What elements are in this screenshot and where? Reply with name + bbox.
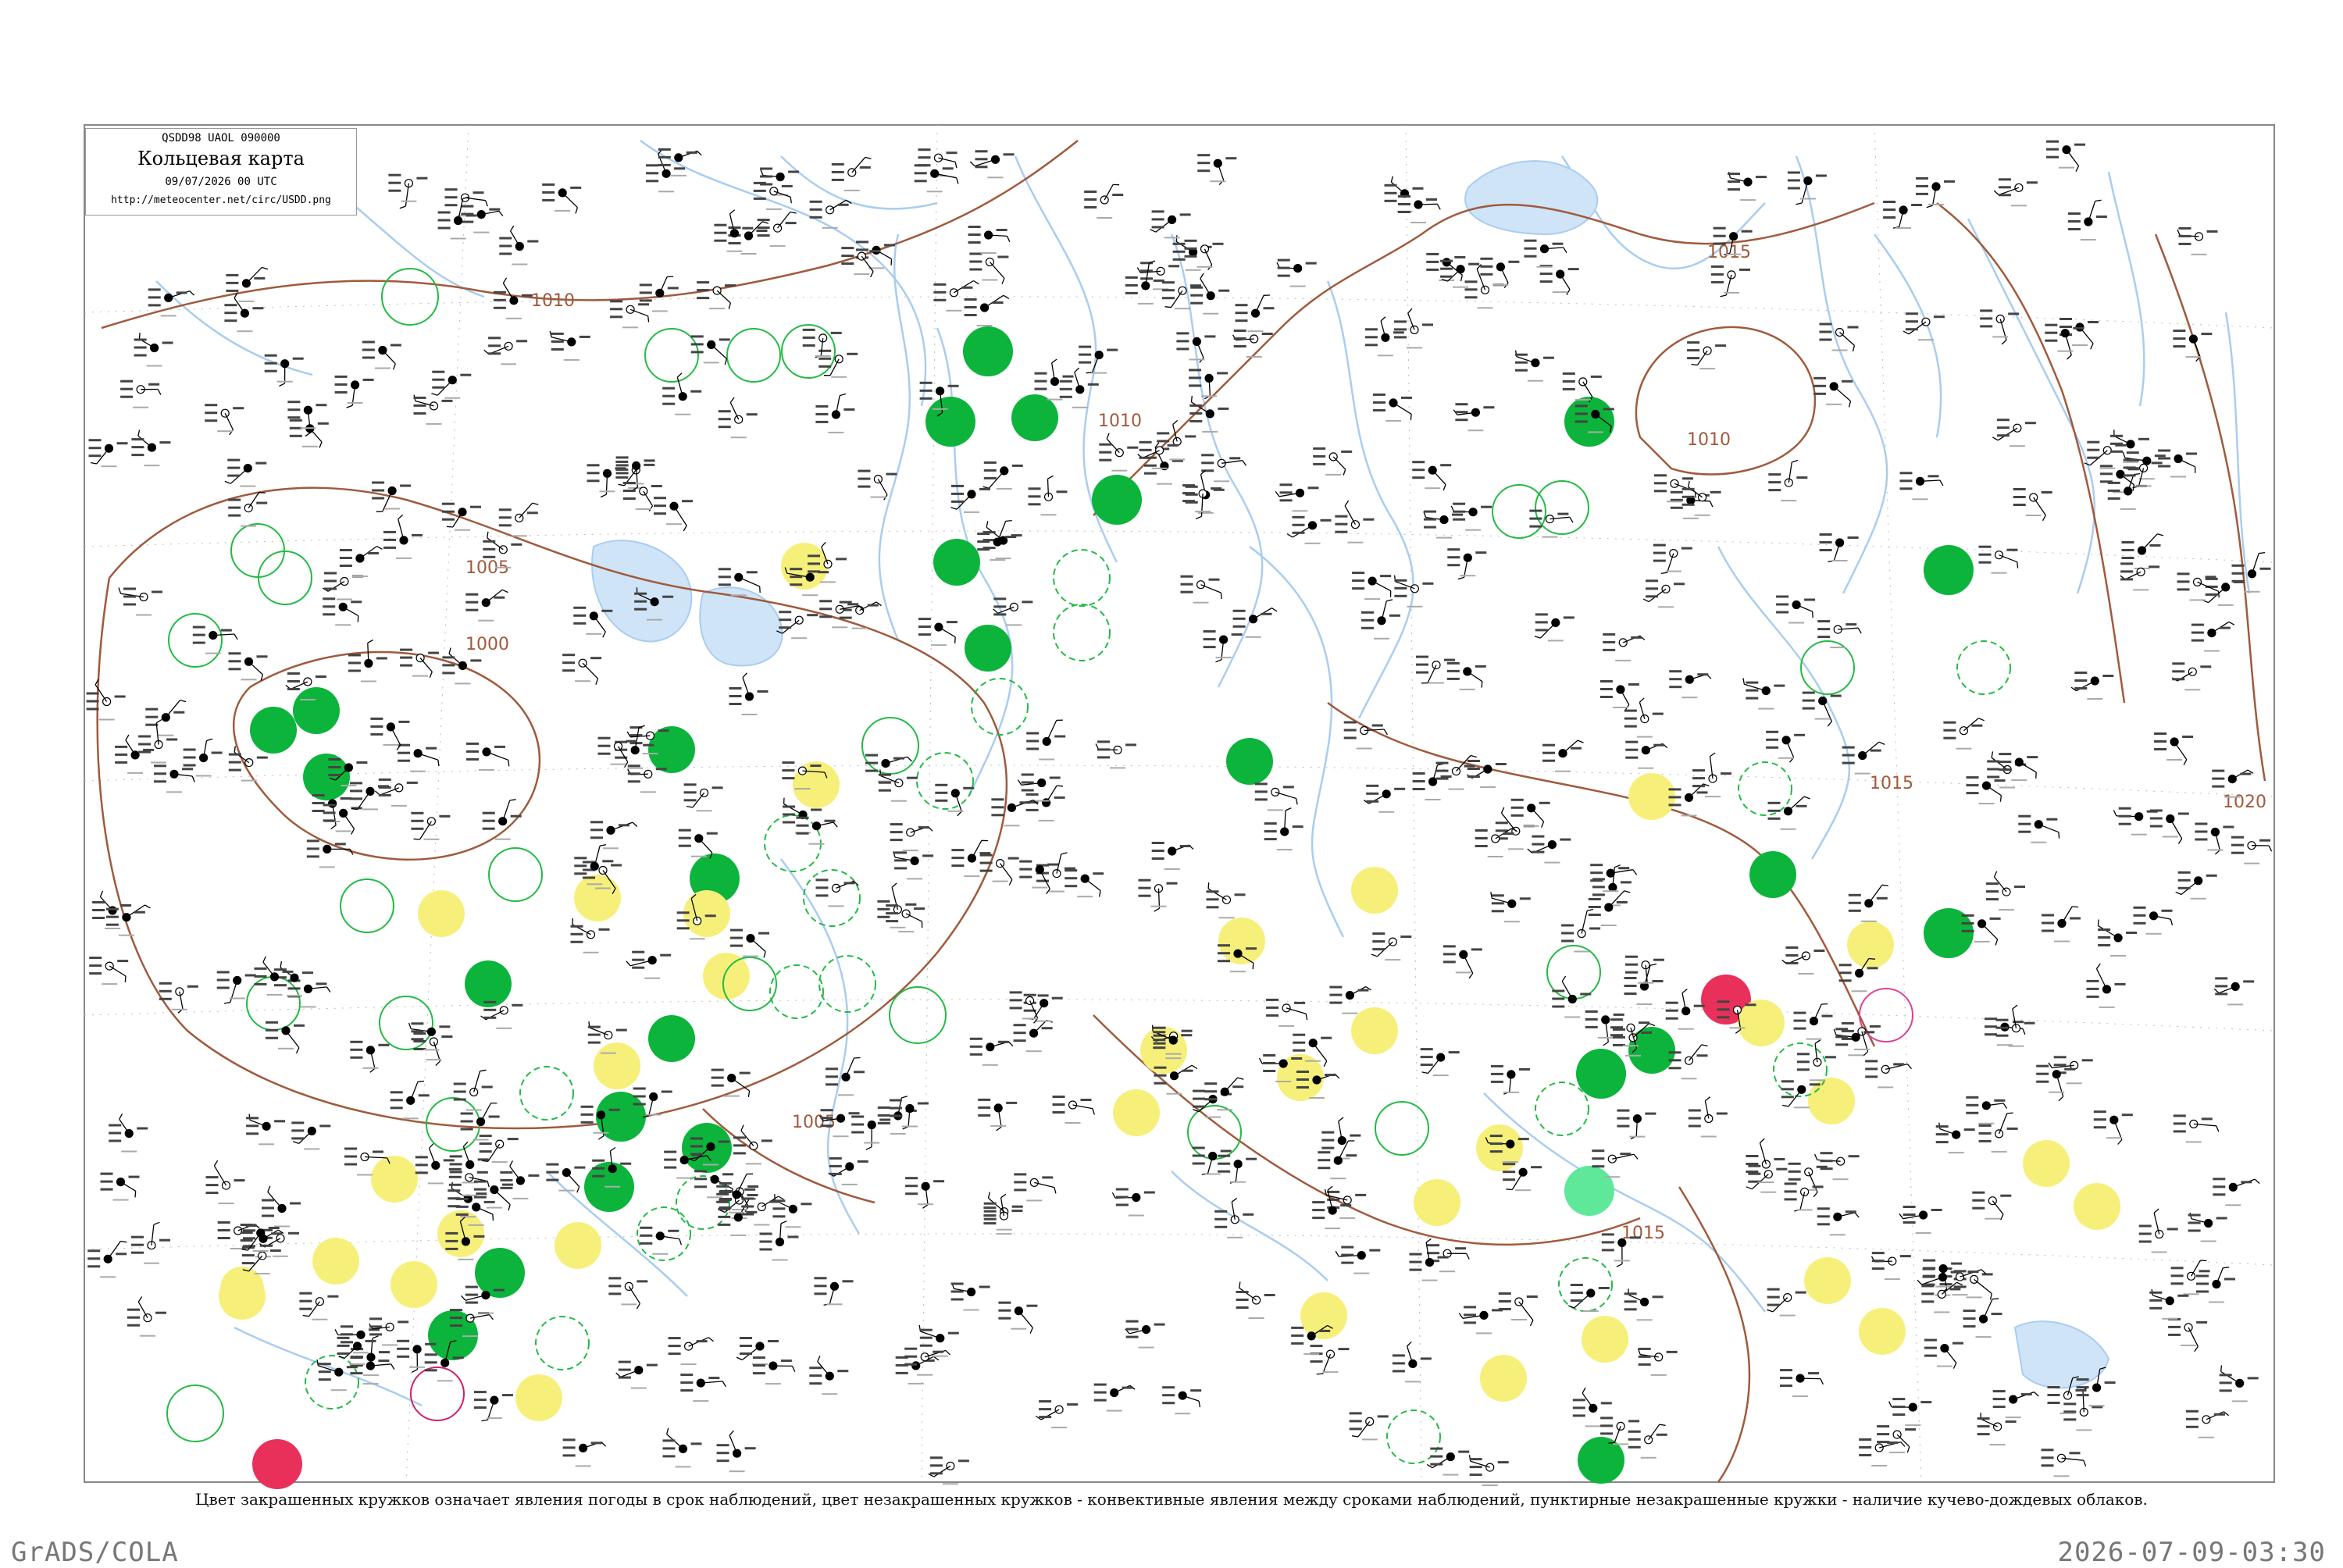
weather-circle-green [648,1015,695,1062]
weather-circle-yellow [1582,1316,1628,1363]
weather-circle-yellow [1414,1179,1460,1226]
weather-circle-green [965,625,1011,672]
weather-circle-yellow [2074,1183,2120,1230]
synoptic-map: 1010 1005 1000 1005 1010 1015 1010 1015 … [0,0,2343,1562]
weather-circle-light-green [1564,1166,1614,1216]
weather-circle-yellow [1113,1089,1160,1136]
weather-circle-yellow [2023,1140,2070,1187]
weather-circle-yellow [1218,918,1265,964]
weather-circle-green [303,754,350,800]
weather-circle-yellow [1628,773,1675,820]
weather-circle-green [1576,1049,1626,1099]
weather-circle-yellow [1738,1000,1785,1046]
map-header: QSDD98 UAOL 090000 Кольцевая карта 09/07… [85,128,357,216]
isobar-label: 1005 [792,1113,836,1132]
legend-caption: Цвет закрашенных кружков означает явлени… [47,1490,2296,1509]
footer-timestamp: 2026-07-09-03:30 [2057,1537,2326,1568]
weather-circle-green [1924,545,1974,595]
weather-circle-green [1011,394,1058,441]
map-url[interactable]: http://meteocenter.net/circ/USDD.png [86,194,356,206]
weather-circle-yellow [1804,1257,1851,1304]
weather-circle-red [252,1439,302,1489]
weather-circle-yellow [1859,1308,1906,1355]
weather-circle-green [293,687,340,734]
footer-software: GrADS/COLA [11,1537,179,1568]
weather-circle-yellow [371,1156,418,1203]
weather-circle-yellow [515,1374,562,1421]
weather-circle-green [1226,738,1273,785]
weather-circle-green [250,707,297,754]
isobar-label: 1015 [1870,774,1913,793]
map-title: Кольцевая карта [86,148,356,169]
weather-circle-yellow [683,890,730,937]
weather-circle-yellow [1476,1124,1523,1171]
weather-circle-yellow [555,1222,601,1269]
isobar-label: 1020 [2223,793,2266,812]
weather-circle-green [1749,851,1796,898]
isobar-label: 1000 [465,635,509,654]
isobar-label: 1015 [1621,1224,1665,1243]
isobar-label: 1010 [1687,430,1731,450]
weather-circle-yellow [1351,867,1398,914]
weather-circle-yellow [1351,1007,1398,1054]
weather-circle-green [1092,475,1142,525]
isobar-label: 1010 [1098,412,1142,431]
weather-circle-yellow [594,1042,640,1089]
map-date: 09/07/2026 00 UTC [86,176,356,188]
isobar-label: 1015 [1707,243,1751,262]
bulletin-code: QSDD98 UAOL 090000 [86,132,356,144]
weather-circle-yellow [574,875,621,921]
weather-circle-yellow [1300,1292,1347,1339]
weather-circle-yellow [418,890,465,937]
weather-circle-yellow [1847,921,1894,968]
weather-circle-green [933,539,980,586]
weather-circle-yellow [312,1238,359,1285]
isobar-label: 1010 [531,291,575,311]
weather-circle-green [925,397,975,447]
weather-circle-green [465,960,512,1007]
weather-circle-yellow [703,953,750,1000]
weather-circle-yellow [390,1261,437,1308]
weather-circle-yellow [1480,1355,1527,1402]
weather-circle-green [648,726,695,773]
weather-circle-green [1564,397,1614,447]
weather-circle-green [963,326,1013,376]
